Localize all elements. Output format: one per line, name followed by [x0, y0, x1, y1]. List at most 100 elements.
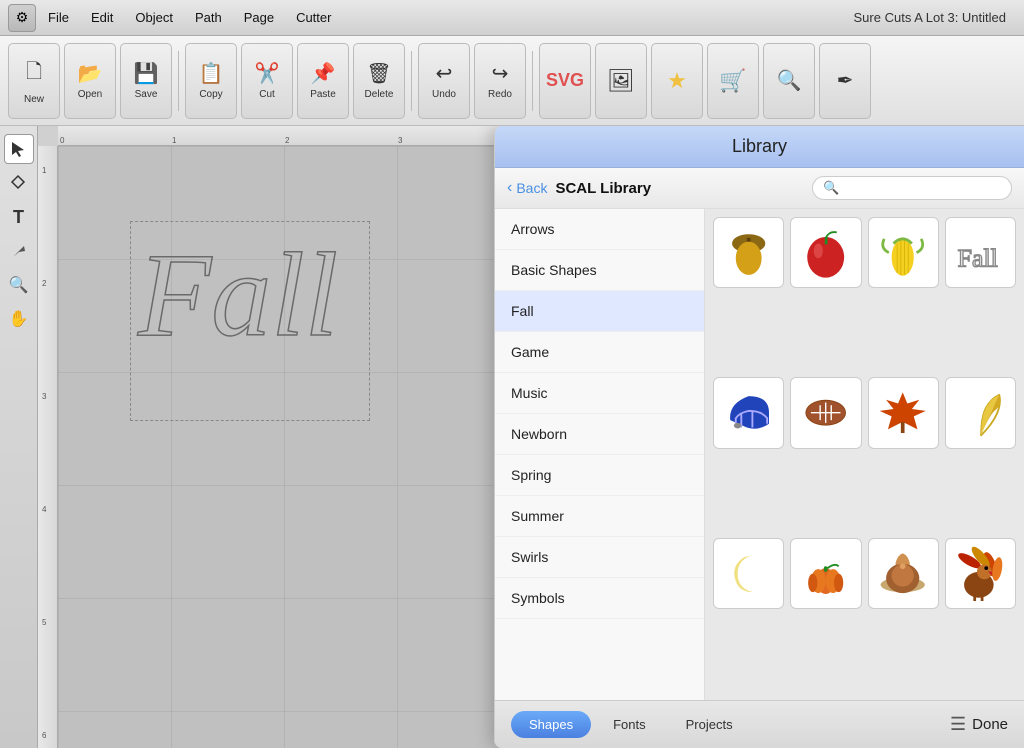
node-tool[interactable]	[4, 168, 34, 198]
copy-icon: 📋	[199, 61, 224, 86]
copy-label: Copy	[199, 89, 222, 100]
shape-feather[interactable]	[945, 377, 1016, 448]
canvas-area[interactable]: 0 1 2 3 4 1 2 3 4 5 6 Fall Library	[38, 126, 1024, 748]
paste-label: Paste	[310, 89, 336, 100]
library-search[interactable]: 🔍	[812, 176, 1012, 200]
delete-button[interactable]: 🗑 Delete	[353, 43, 405, 119]
ruler-tick-2: 2	[283, 136, 289, 145]
canvas-design-text: Fall	[138, 226, 338, 364]
category-fall[interactable]: Fall	[495, 291, 704, 332]
shape-helmet[interactable]	[713, 377, 784, 448]
settings-button[interactable]: ⚙	[8, 4, 36, 32]
shape-acorn[interactable]	[713, 217, 784, 288]
tab-projects[interactable]: Projects	[668, 711, 751, 738]
category-arrows[interactable]: Arrows	[495, 209, 704, 250]
shape-fall-text[interactable]: Fall	[945, 217, 1016, 288]
menu-object[interactable]: Object	[125, 6, 183, 29]
open-button[interactable]: 📂 Open	[64, 43, 116, 119]
ruler-vtick-1: 2	[42, 279, 46, 288]
star-icon: ★	[667, 68, 687, 94]
main-area: T 🔍 ✋ 0 1 2 3 4 1 2 3 4 5 6	[0, 126, 1024, 748]
star-button[interactable]: ★	[651, 43, 703, 119]
tab-fonts[interactable]: Fonts	[595, 711, 664, 738]
pen-button[interactable]: ✒	[819, 43, 871, 119]
menu-page[interactable]: Page	[234, 6, 284, 29]
library-footer: Shapes Fonts Projects ☰ Done	[495, 700, 1024, 748]
shape-apple[interactable]	[790, 217, 861, 288]
new-button[interactable]: 🗋 New	[8, 43, 60, 119]
shape-moon[interactable]	[713, 538, 784, 609]
tab-shapes[interactable]: Shapes	[511, 711, 591, 738]
shape-turkey[interactable]	[945, 538, 1016, 609]
shape-corn[interactable]	[868, 217, 939, 288]
pen-icon: ✒	[837, 68, 854, 93]
shape-turkey-platter[interactable]	[868, 538, 939, 609]
category-swirls[interactable]: Swirls	[495, 537, 704, 578]
ruler-tick-3: 3	[396, 136, 402, 145]
category-music[interactable]: Music	[495, 373, 704, 414]
category-list: Arrows Basic Shapes Fall Game Music Newb…	[495, 209, 705, 700]
category-symbols[interactable]: Symbols	[495, 578, 704, 619]
shape-maple-leaf[interactable]	[868, 377, 939, 448]
menubar: ⚙ File Edit Object Path Page Cutter Sure…	[0, 0, 1024, 36]
ruler-vtick-3: 4	[42, 505, 46, 514]
cart-button[interactable]: 🛒	[707, 43, 759, 119]
svg-icon: SVG	[546, 70, 584, 91]
open-icon: 📂	[78, 61, 103, 86]
image-button[interactable]: 🖼	[595, 43, 647, 119]
paste-icon: 📌	[311, 61, 336, 86]
shape-pumpkin[interactable]	[790, 538, 861, 609]
menu-cutter[interactable]: Cutter	[286, 6, 341, 29]
app-title: Sure Cuts A Lot 3: Untitled	[343, 10, 1016, 25]
library-nav: ‹ Back SCAL Library 🔍	[495, 168, 1024, 209]
select-tool[interactable]	[4, 134, 34, 164]
save-label: Save	[135, 89, 158, 100]
ruler-tick-1: 1	[170, 136, 176, 145]
done-label: Done	[972, 716, 1008, 733]
zoom-tool[interactable]: 🔍	[4, 270, 34, 300]
library-title: Library	[732, 136, 787, 156]
search-input[interactable]	[845, 181, 1001, 196]
done-button[interactable]: ☰ Done	[950, 714, 1008, 735]
new-icon: 🗋	[26, 57, 42, 91]
save-button[interactable]: 💾 Save	[120, 43, 172, 119]
svg-import-button[interactable]: SVG	[539, 43, 591, 119]
category-spring[interactable]: Spring	[495, 455, 704, 496]
undo-button[interactable]: ↩ Undo	[418, 43, 470, 119]
redo-button[interactable]: ↪ Redo	[474, 43, 526, 119]
cut-button[interactable]: ✂️ Cut	[241, 43, 293, 119]
paste-button[interactable]: 📌 Paste	[297, 43, 349, 119]
search-icon: 🔍	[823, 180, 839, 196]
ruler-vtick-2: 3	[42, 392, 46, 401]
category-summer[interactable]: Summer	[495, 496, 704, 537]
redo-icon: ↪	[492, 61, 509, 86]
toolbar-sep-3	[532, 51, 533, 111]
menu-path[interactable]: Path	[185, 6, 232, 29]
list-icon: ☰	[950, 714, 966, 735]
cut-icon: ✂️	[255, 61, 280, 86]
text-tool[interactable]: T	[4, 202, 34, 232]
menu-file[interactable]: File	[38, 6, 79, 29]
delete-icon: 🗑	[366, 61, 391, 86]
toolbox: T 🔍 ✋	[0, 126, 38, 748]
copy-button[interactable]: 📋 Copy	[185, 43, 237, 119]
category-game[interactable]: Game	[495, 332, 704, 373]
draw-tool[interactable]	[4, 236, 34, 266]
redo-label: Redo	[488, 89, 512, 100]
image-icon: 🖼	[607, 68, 635, 94]
shape-football[interactable]	[790, 377, 861, 448]
ruler-tick-0: 0	[58, 136, 64, 145]
category-newborn[interactable]: Newborn	[495, 414, 704, 455]
ruler-vertical: 1 2 3 4 5 6	[38, 146, 58, 748]
menu-edit[interactable]: Edit	[81, 6, 123, 29]
ruler-vtick-5: 6	[42, 731, 46, 740]
delete-label: Delete	[365, 89, 394, 100]
ruler-vtick-4: 5	[42, 618, 46, 627]
cut-label: Cut	[259, 89, 275, 100]
category-basic-shapes[interactable]: Basic Shapes	[495, 250, 704, 291]
zoom-button[interactable]: 🔍	[763, 43, 815, 119]
library-panel: Library ‹ Back SCAL Library 🔍 Arrows	[494, 126, 1024, 748]
hand-tool[interactable]: ✋	[4, 304, 34, 334]
toolbar-sep-1	[178, 51, 179, 111]
back-button[interactable]: ‹ Back	[507, 179, 547, 197]
